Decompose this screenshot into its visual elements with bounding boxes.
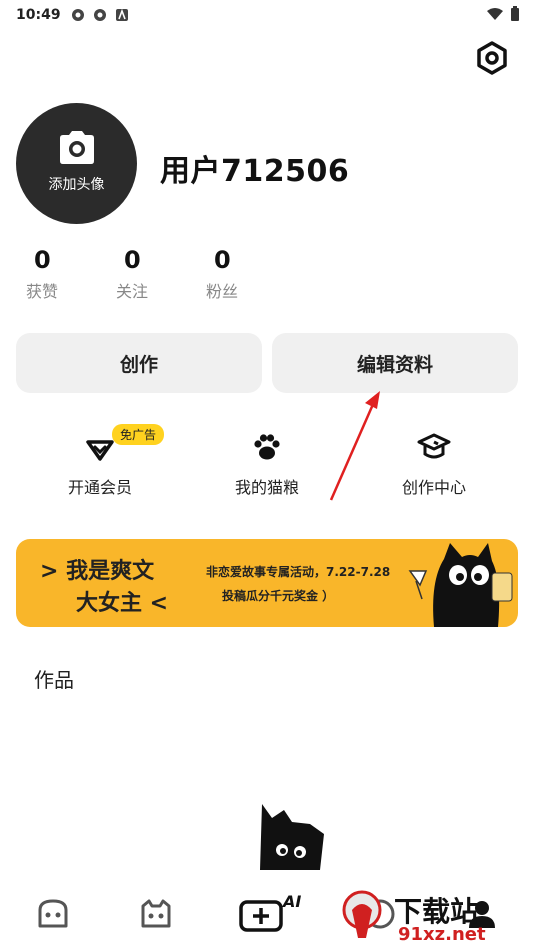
tab-home[interactable] — [33, 894, 73, 934]
ghost-face-icon — [38, 899, 68, 928]
wifi-icon — [487, 8, 503, 20]
stat-label: 获赞 — [26, 282, 59, 301]
quick-link-vip[interactable]: 免广告 开通会员 — [20, 424, 180, 498]
quick-link-cat-food[interactable]: 我的猫粮 — [187, 430, 347, 498]
ai-label: AI — [283, 892, 302, 911]
stat-likes[interactable]: 0 获赞 — [18, 246, 108, 302]
tab-ai-create[interactable]: AI — [239, 892, 303, 934]
cat-mascot-icon — [408, 543, 513, 627]
quick-link-label: 创作中心 — [401, 478, 466, 497]
app-notification-icon — [71, 9, 84, 21]
font-notification-icon — [115, 8, 128, 21]
banner-subtitle-line1: 非恋爱故事专属活动，7.22-7.28 — [206, 565, 391, 579]
watermark-text-url: 91xz.net — [398, 924, 486, 945]
status-time: 10:49 — [16, 7, 61, 23]
site-watermark: 下载站 91xz.net — [338, 888, 528, 948]
action-buttons: 创作 编辑资料 — [16, 333, 518, 393]
app-notification-icon — [93, 9, 106, 21]
paw-icon — [254, 434, 280, 460]
works-section-title: 作品 — [34, 668, 74, 692]
battery-icon — [511, 6, 519, 21]
empty-state-cat-icon — [260, 804, 324, 870]
banner-title-line2: 大女主 < — [76, 591, 169, 616]
banner-title-line1: > 我是爽文 — [40, 559, 155, 584]
stat-label: 粉丝 — [206, 282, 239, 301]
settings-button[interactable] — [474, 40, 510, 76]
avatar-upload[interactable]: 添加头像 — [16, 103, 137, 224]
banner-subtitle-line2: 投稿瓜分千元奖金 ） — [222, 589, 335, 603]
avatar-label: 添加头像 — [48, 176, 105, 193]
promo-banner[interactable]: > 我是爽文 大女主 < 非恋爱故事专属活动，7.22-7.28 投稿瓜分千元奖… — [16, 539, 518, 627]
create-button[interactable]: 创作 — [16, 333, 262, 393]
status-indicators — [486, 6, 520, 22]
profile-stats: 0 获赞 0 关注 0 粉丝 — [18, 246, 288, 302]
username: 用户712506 — [160, 154, 350, 189]
cat-face-icon — [141, 899, 171, 928]
graduation-cap-icon — [417, 433, 451, 459]
quick-link-creator-center[interactable]: 创作中心 — [354, 430, 514, 498]
stat-following[interactable]: 0 关注 — [108, 246, 198, 302]
status-bar: 10:49 — [0, 0, 534, 30]
settings-icon — [477, 41, 507, 75]
watermark-logo-icon — [342, 890, 382, 938]
stat-value: 0 — [214, 246, 231, 274]
stat-followers[interactable]: 0 粉丝 — [198, 246, 288, 302]
stat-value: 0 — [124, 246, 141, 274]
stat-value: 0 — [34, 246, 51, 274]
tab-cat[interactable] — [136, 894, 176, 934]
stat-label: 关注 — [116, 282, 149, 301]
edit-profile-button[interactable]: 编辑资料 — [272, 333, 518, 393]
ad-free-badge: 免广告 — [112, 424, 165, 445]
quick-link-label: 开通会员 — [67, 478, 132, 497]
quick-link-label: 我的猫粮 — [234, 478, 299, 497]
camera-icon — [59, 130, 94, 164]
